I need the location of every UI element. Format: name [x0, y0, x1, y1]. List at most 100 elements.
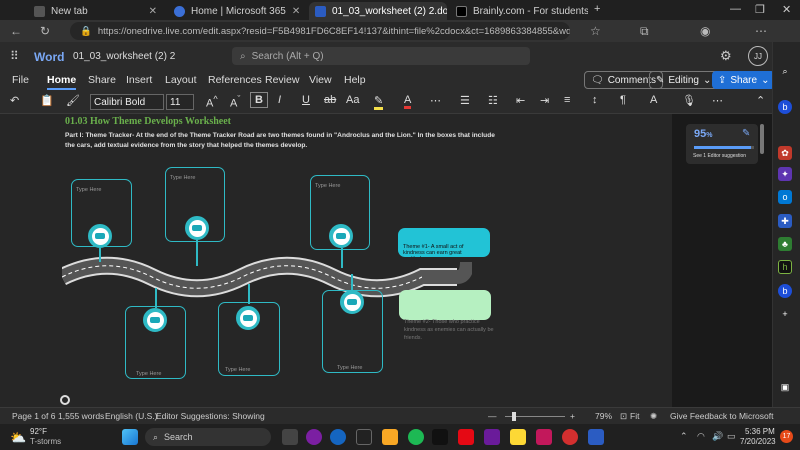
windows-start-icon[interactable] — [122, 429, 138, 445]
window-close-icon[interactable]: ✕ — [782, 3, 791, 16]
weather-temp[interactable]: 92°F — [30, 427, 47, 436]
add-icon[interactable]: + — [778, 307, 792, 321]
theme-2-box[interactable] — [399, 290, 491, 320]
paste-icon[interactable]: 📋 — [40, 94, 54, 107]
volume-icon[interactable]: 🔊 — [712, 431, 723, 442]
menu-references[interactable]: References — [208, 74, 262, 86]
collections-icon[interactable]: ⧉ — [640, 24, 649, 39]
fit-button[interactable]: Fit — [630, 411, 639, 421]
more-font-options-icon[interactable]: ⋯ — [430, 94, 441, 107]
word-taskbar-icon[interactable] — [588, 429, 604, 445]
games-icon[interactable]: ♣ — [778, 237, 792, 251]
styles-icon[interactable]: A — [650, 94, 657, 106]
font-size-select[interactable]: 11 — [166, 94, 194, 110]
profile-icon[interactable]: ◉ — [700, 24, 710, 38]
app-icon[interactable] — [484, 429, 500, 445]
grow-font-icon[interactable]: A^ — [206, 94, 218, 110]
shrink-font-icon[interactable]: Aˇ — [230, 94, 240, 110]
fit-icon[interactable]: ⊡ — [620, 411, 627, 422]
instagram-icon[interactable] — [536, 429, 552, 445]
strikethrough-button[interactable]: ab — [324, 94, 336, 106]
numbering-icon[interactable]: ☷ — [488, 94, 498, 107]
clock-time[interactable]: 5:36 PM — [745, 427, 775, 436]
italic-button[interactable]: I — [278, 94, 281, 106]
spotify-icon[interactable] — [408, 429, 424, 445]
format-painter-icon[interactable]: 🖌 — [66, 94, 80, 107]
menu-view[interactable]: View — [309, 74, 332, 86]
tab-worksheet[interactable]: 01_03_worksheet (2) 2.docx - Mi ✕ — [309, 2, 447, 20]
font-name-select[interactable]: Calibri Bold — [90, 94, 164, 110]
menu-insert[interactable]: Insert — [126, 74, 152, 86]
tab-new-tab[interactable]: New tab ✕ — [28, 2, 163, 20]
change-case-icon[interactable]: Aa — [346, 94, 359, 106]
word-count[interactable]: 1,555 words — [58, 411, 104, 421]
menu-file[interactable]: File — [12, 74, 29, 86]
weather-desc[interactable]: T-storms — [30, 437, 61, 446]
share-button[interactable]: ⇪ Share ⌄ — [712, 71, 776, 89]
edge-icon[interactable] — [330, 429, 346, 445]
outlook-icon[interactable]: o — [778, 190, 792, 204]
menu-help[interactable]: Help — [344, 74, 366, 86]
menu-home[interactable]: Home — [47, 74, 77, 90]
menu-review[interactable]: Review — [265, 74, 299, 86]
teams-icon[interactable] — [306, 429, 322, 445]
close-icon[interactable]: ✕ — [149, 6, 157, 17]
battery-icon[interactable]: ▭ — [727, 431, 736, 442]
zoom-in-icon[interactable]: + — [570, 411, 575, 421]
collapse-ribbon-icon[interactable]: ⌃ — [756, 94, 765, 107]
bullets-icon[interactable]: ☰ — [460, 94, 470, 107]
tab-brainly[interactable]: Brainly.com - For students. By stu ✕ — [450, 2, 588, 20]
worksheet-title[interactable]: 01.03 How Theme Develops Worksheet — [65, 116, 231, 127]
bing-icon[interactable]: b — [778, 284, 792, 298]
align-icon[interactable]: ≡ — [564, 94, 570, 106]
increase-indent-icon[interactable]: ⇥ — [540, 94, 549, 107]
close-icon[interactable]: ✕ — [292, 6, 300, 17]
weather-icon[interactable]: ⛅ — [10, 430, 26, 446]
sidebar-layout-icon[interactable]: ▣ — [778, 380, 792, 394]
editor-suggestions-status[interactable]: Editor Suggestions: Showing — [156, 411, 265, 421]
app-launcher-icon[interactable]: ⠿ — [10, 49, 19, 63]
zoom-level[interactable]: 79% — [595, 411, 612, 421]
file-explorer-icon[interactable] — [382, 429, 398, 445]
font-color-icon[interactable]: A — [404, 94, 412, 109]
gear-icon[interactable]: ⚙ — [720, 48, 732, 64]
zoom-slider-thumb[interactable] — [512, 412, 516, 421]
line-spacing-icon[interactable]: ↕ — [592, 94, 598, 106]
refresh-icon[interactable]: ↻ — [40, 24, 50, 38]
undo-icon[interactable]: ↶ — [10, 94, 19, 107]
restore-icon[interactable]: ❐ — [755, 3, 765, 16]
taskbar-search[interactable]: ⌕ Search — [145, 428, 271, 446]
clock-date[interactable]: 7/20/2023 — [740, 437, 776, 446]
address-input[interactable]: 🔒 https://onedrive.live.com/edit.aspx?re… — [70, 22, 570, 40]
netflix-icon[interactable] — [458, 429, 474, 445]
editor-suggestions-link[interactable]: See 1 Editor suggestion — [693, 153, 746, 159]
office-icon[interactable]: ✚ — [778, 214, 792, 228]
decrease-indent-icon[interactable]: ⇤ — [516, 94, 525, 107]
drag-handle[interactable] — [60, 395, 70, 405]
h-extension-icon[interactable]: h — [778, 260, 792, 274]
vertical-scrollbar[interactable] — [760, 124, 764, 154]
part-1-instructions[interactable]: Part I: Theme Tracker- At the end of the… — [65, 131, 505, 150]
dictate-icon[interactable]: 🎙 — [682, 94, 696, 107]
feedback-link[interactable]: Give Feedback to Microsoft — [670, 411, 773, 421]
more-icon[interactable]: ⋯ — [755, 24, 767, 38]
search-input[interactable]: ⌕ Search (Alt + Q) — [232, 47, 530, 65]
menu-layout[interactable]: Layout — [165, 74, 197, 86]
app-name[interactable]: Word — [34, 50, 64, 64]
page-count[interactable]: Page 1 of 6 — [12, 411, 55, 421]
new-tab-button[interactable]: + — [594, 3, 600, 15]
underline-button[interactable]: U — [302, 94, 310, 106]
search-sidebar-icon[interactable]: ⌕ — [778, 64, 792, 78]
avatar[interactable]: JJ — [748, 46, 768, 66]
wifi-icon[interactable]: ◠ — [697, 431, 705, 442]
back-icon[interactable]: ← — [10, 24, 22, 38]
minimize-icon[interactable]: — — [730, 3, 741, 15]
notification-badge[interactable]: 17 — [780, 430, 793, 443]
paragraph-icon[interactable]: ¶ — [620, 94, 626, 106]
tools-icon[interactable]: ✦ — [778, 167, 792, 181]
language-indicator[interactable]: English (U.S.) — [105, 411, 157, 421]
tray-overflow-icon[interactable]: ⌃ — [680, 431, 688, 442]
highlight-icon[interactable]: ✎ — [374, 94, 384, 110]
shopping-icon[interactable]: ✿ — [778, 146, 792, 160]
pinterest-icon[interactable] — [562, 429, 578, 445]
